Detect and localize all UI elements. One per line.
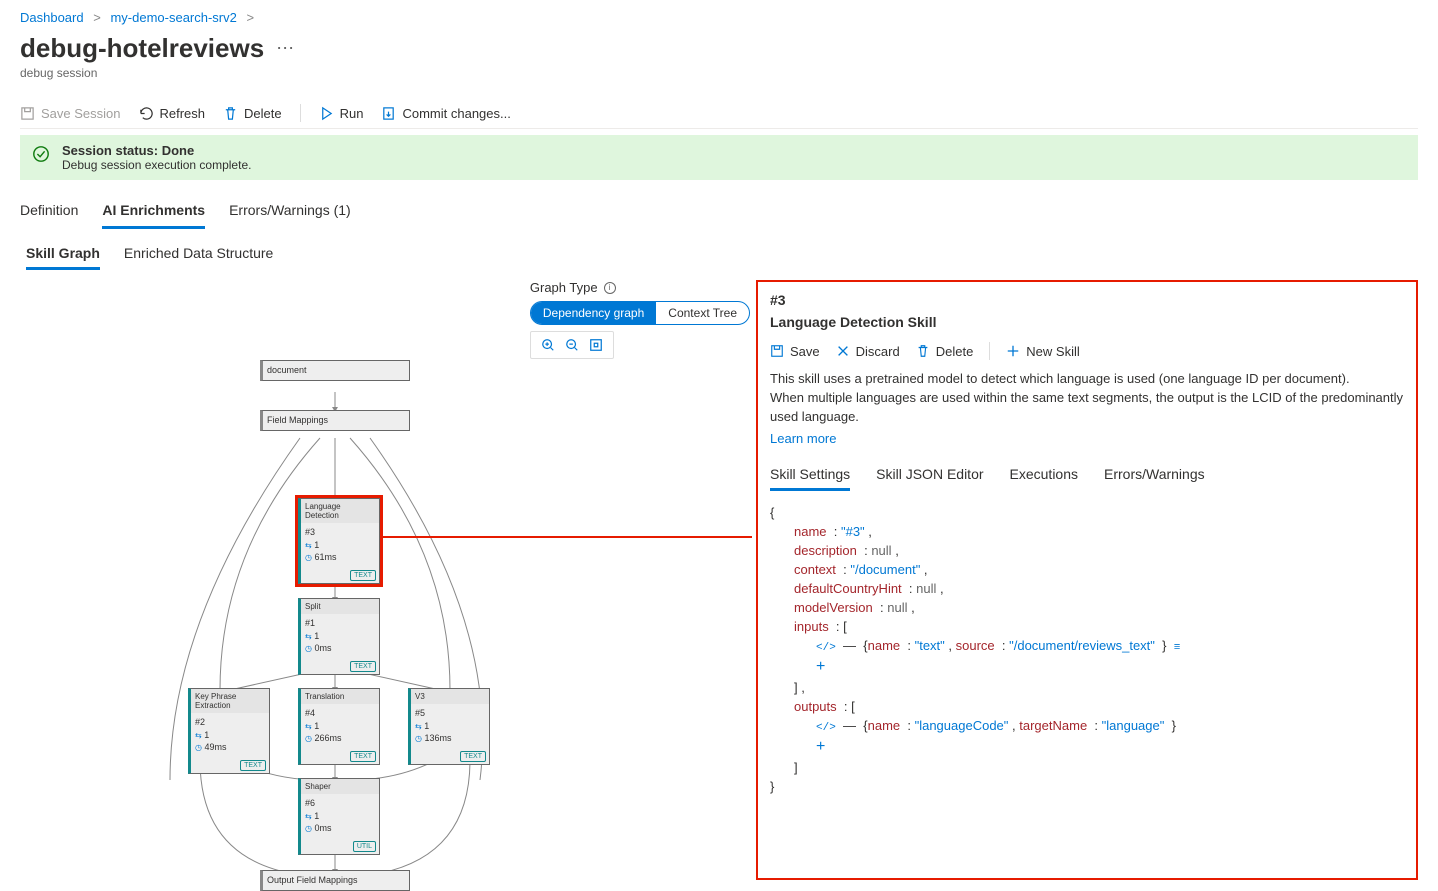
node-shaper[interactable]: Shaper #6⇆ 1◷ 0ms UTIL bbox=[298, 778, 380, 855]
tab-definition[interactable]: Definition bbox=[20, 194, 78, 229]
fit-icon[interactable] bbox=[589, 338, 603, 352]
detail-discard-button[interactable]: Discard bbox=[836, 344, 900, 359]
dtab-errors[interactable]: Errors/Warnings bbox=[1104, 460, 1205, 491]
node-field-mappings[interactable]: Field Mappings bbox=[260, 410, 410, 431]
status-subtitle: Debug session execution complete. bbox=[62, 158, 251, 172]
add-output-button[interactable]: + bbox=[816, 738, 825, 755]
breadcrumb: Dashboard > my-demo-search-srv2 > bbox=[20, 10, 1418, 25]
node-v3[interactable]: V3 #5⇆ 1◷ 136ms TEXT bbox=[408, 688, 490, 765]
graph-type-label: Graph Type bbox=[530, 280, 598, 295]
code-icon[interactable]: </> bbox=[816, 642, 836, 654]
refresh-button[interactable]: Refresh bbox=[139, 106, 206, 121]
check-circle-icon bbox=[32, 145, 50, 163]
save-session-button[interactable]: Save Session bbox=[20, 106, 121, 121]
dtab-executions[interactable]: Executions bbox=[1010, 460, 1078, 491]
graph-edges bbox=[20, 320, 750, 880]
learn-more-link[interactable]: Learn more bbox=[770, 431, 836, 446]
refresh-icon bbox=[139, 106, 154, 121]
tab-ai-enrichments[interactable]: AI Enrichments bbox=[102, 194, 205, 229]
toolbar: Save Session Refresh Delete Run Commit c… bbox=[20, 98, 1418, 129]
commit-icon bbox=[381, 106, 396, 121]
node-key-phrase-extraction[interactable]: Key Phrase Extraction #2⇆ 1◷ 49ms TEXT bbox=[188, 688, 270, 774]
add-input-button[interactable]: + bbox=[816, 658, 825, 675]
node-split[interactable]: Split #1⇆ 1◷ 0ms TEXT bbox=[298, 598, 380, 675]
skill-detail-panel: #3 Language Detection Skill Save Discard… bbox=[756, 280, 1418, 880]
status-title: Session status: Done bbox=[62, 143, 251, 158]
detail-description-2: When multiple languages are used within … bbox=[770, 389, 1404, 427]
graph-type-toggle[interactable]: Dependency graph Context Tree bbox=[530, 301, 750, 325]
code-icon[interactable]: </> bbox=[816, 722, 836, 734]
detail-save-button[interactable]: Save bbox=[770, 344, 820, 359]
main-tabs: Definition AI Enrichments Errors/Warning… bbox=[20, 194, 1418, 229]
highlight-connector bbox=[380, 536, 752, 538]
detail-skill-name: Language Detection Skill bbox=[770, 314, 1404, 330]
sub-tabs: Skill Graph Enriched Data Structure bbox=[20, 239, 1418, 270]
zoom-out-icon[interactable] bbox=[565, 338, 579, 352]
page-title: debug-hotelreviews bbox=[20, 33, 264, 64]
dtab-json-editor[interactable]: Skill JSON Editor bbox=[876, 460, 983, 491]
save-icon bbox=[20, 106, 35, 121]
separator bbox=[300, 104, 301, 122]
commit-button[interactable]: Commit changes... bbox=[381, 106, 510, 121]
dtab-skill-settings[interactable]: Skill Settings bbox=[770, 460, 850, 491]
separator bbox=[989, 342, 990, 360]
info-icon[interactable]: i bbox=[604, 282, 616, 294]
list-icon[interactable]: ≡ bbox=[1174, 642, 1181, 654]
subtab-enriched-data[interactable]: Enriched Data Structure bbox=[124, 239, 273, 270]
page-subtitle: debug session bbox=[20, 66, 1418, 80]
subtab-skill-graph[interactable]: Skill Graph bbox=[26, 239, 100, 270]
breadcrumb-resource[interactable]: my-demo-search-srv2 bbox=[110, 10, 236, 25]
tab-errors[interactable]: Errors/Warnings (1) bbox=[229, 194, 351, 229]
node-output-field-mappings[interactable]: Output Field Mappings bbox=[260, 870, 410, 891]
detail-new-skill-button[interactable]: New Skill bbox=[1006, 344, 1079, 359]
play-icon bbox=[319, 106, 334, 121]
node-document[interactable]: document bbox=[260, 360, 410, 381]
close-icon bbox=[836, 344, 850, 358]
delete-button[interactable]: Delete bbox=[223, 106, 282, 121]
more-actions-icon[interactable]: ⋯ bbox=[276, 38, 294, 59]
trash-icon bbox=[223, 106, 238, 121]
detail-description-1: This skill uses a pretrained model to de… bbox=[770, 370, 1404, 389]
node-translation[interactable]: Translation #4⇆ 1◷ 266ms TEXT bbox=[298, 688, 380, 765]
plus-icon bbox=[1006, 344, 1020, 358]
save-icon bbox=[770, 344, 784, 358]
skill-json-view: { name : "#3" , description : null , con… bbox=[770, 491, 1404, 808]
detail-id: #3 bbox=[770, 292, 1404, 308]
skill-graph-canvas[interactable]: Graph Type i Dependency graph Context Tr… bbox=[20, 280, 750, 880]
breadcrumb-dashboard[interactable]: Dashboard bbox=[20, 10, 84, 25]
toggle-context-tree[interactable]: Context Tree bbox=[656, 302, 749, 324]
toggle-dependency-graph[interactable]: Dependency graph bbox=[531, 302, 656, 324]
run-button[interactable]: Run bbox=[319, 106, 364, 121]
status-bar: Session status: Done Debug session execu… bbox=[20, 135, 1418, 180]
trash-icon bbox=[916, 344, 930, 358]
node-language-detection[interactable]: Language Detection #3 ⇆ 1 ◷ 61ms TEXT bbox=[298, 498, 380, 584]
detail-delete-button[interactable]: Delete bbox=[916, 344, 974, 359]
zoom-in-icon[interactable] bbox=[541, 338, 555, 352]
